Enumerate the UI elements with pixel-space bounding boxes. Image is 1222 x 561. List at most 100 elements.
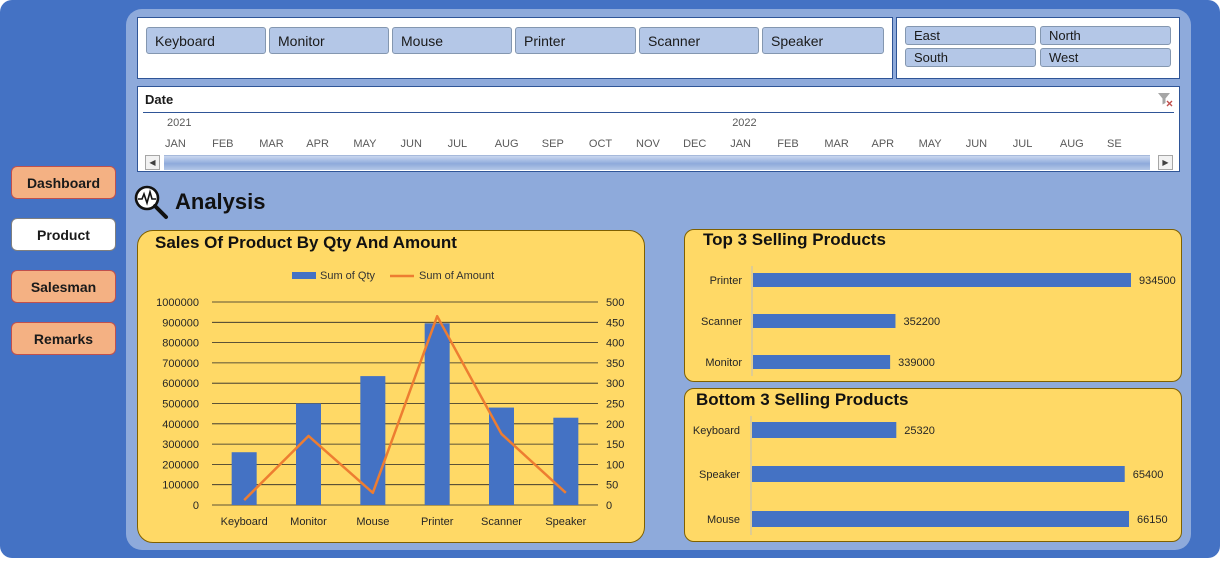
x-category-label: Speaker bbox=[545, 516, 586, 528]
bar bbox=[753, 273, 1131, 287]
y-right-tick-label: 100 bbox=[606, 459, 624, 471]
timeline-month-label[interactable]: JUL bbox=[448, 138, 468, 150]
timeline-month-label[interactable]: AUG bbox=[495, 138, 519, 150]
y-right-tick-label: 300 bbox=[606, 378, 624, 390]
scroll-left-icon[interactable]: ◀ bbox=[145, 155, 160, 170]
category-label: Mouse bbox=[707, 514, 740, 526]
bar bbox=[753, 314, 896, 328]
y-left-tick-label: 800000 bbox=[162, 338, 199, 350]
timeline-month-label[interactable]: SE bbox=[1107, 138, 1122, 150]
bar bbox=[752, 511, 1129, 527]
timeline-month-label[interactable]: NOV bbox=[636, 138, 660, 150]
date-timeline: Date ◀ ▶ JAN FEB MAR APR MAY JUN JUL AUG SEP OCT N… bbox=[137, 86, 1180, 172]
timeline-month-label[interactable]: JUN bbox=[966, 138, 987, 150]
legend-swatch-qty bbox=[292, 272, 316, 279]
y-left-tick-label: 300000 bbox=[162, 439, 199, 451]
category-label: Keyboard bbox=[693, 425, 740, 437]
timeline-title: Date bbox=[145, 92, 174, 107]
nav-remarks-button[interactable]: Remarks bbox=[11, 322, 116, 355]
category-label: Scanner bbox=[701, 316, 742, 328]
data-label: 934500 bbox=[1139, 275, 1176, 287]
y-left-tick-label: 700000 bbox=[162, 358, 199, 370]
y-left-tick-label: 600000 bbox=[162, 378, 199, 390]
region-slicer: East North South West bbox=[896, 17, 1180, 79]
timeline-month-label[interactable]: MAY bbox=[919, 138, 942, 150]
slicer-item-north[interactable]: North bbox=[1040, 26, 1171, 45]
bar bbox=[752, 422, 897, 438]
bar-qty bbox=[231, 452, 257, 505]
timeline-month-label[interactable]: JUN bbox=[401, 138, 422, 150]
y-right-tick-label: 500 bbox=[606, 297, 624, 309]
y-right-tick-label: 50 bbox=[606, 480, 618, 492]
section-title: Analysis bbox=[175, 189, 266, 214]
timeline-year-label: 2021 bbox=[167, 117, 192, 129]
timeline-month-label[interactable]: APR bbox=[306, 138, 329, 150]
slicer-item-printer[interactable]: Printer bbox=[515, 27, 636, 54]
nav-product-button[interactable]: Product bbox=[11, 218, 116, 251]
bar bbox=[752, 466, 1125, 482]
timeline-month-label[interactable]: SEP bbox=[542, 138, 564, 150]
category-label: Speaker bbox=[699, 469, 740, 481]
data-label: 25320 bbox=[904, 425, 935, 437]
product-slicer: Keyboard Monitor Mouse Printer Scanner S… bbox=[137, 17, 893, 79]
slicer-item-south[interactable]: South bbox=[905, 48, 1036, 67]
category-label: Printer bbox=[710, 275, 743, 287]
timeline-month-label[interactable]: MAR bbox=[824, 138, 848, 150]
bar bbox=[753, 355, 891, 369]
y-right-tick-label: 200 bbox=[606, 419, 624, 431]
slicer-item-east[interactable]: East bbox=[905, 26, 1036, 45]
bottom3-bar-chart: Keyboard 25320 Speaker 65400 Mouse 66150 bbox=[693, 416, 1168, 535]
y-right-tick-label: 350 bbox=[606, 358, 624, 370]
timeline-month-label[interactable]: MAY bbox=[353, 138, 376, 150]
nav-salesman-button[interactable]: Salesman bbox=[11, 270, 116, 303]
clear-filter-icon[interactable] bbox=[1157, 91, 1173, 107]
magnifier-chart-icon bbox=[134, 185, 168, 219]
sales-combo-chart: Sum of Qty Sum of Amount1000000 500900000 4… bbox=[156, 270, 624, 528]
y-right-tick-label: 250 bbox=[606, 399, 624, 411]
timeline-range-bar[interactable] bbox=[164, 155, 1150, 170]
y-left-tick-label: 400000 bbox=[162, 419, 199, 431]
x-category-label: Mouse bbox=[356, 516, 389, 528]
y-left-tick-label: 500000 bbox=[162, 399, 199, 411]
data-label: 65400 bbox=[1133, 469, 1164, 481]
x-category-label: Scanner bbox=[481, 516, 522, 528]
bar-qty bbox=[424, 323, 450, 505]
timeline-month-label[interactable]: AUG bbox=[1060, 138, 1084, 150]
y-left-tick-label: 200000 bbox=[162, 459, 199, 471]
y-left-tick-label: 1000000 bbox=[156, 297, 199, 309]
slicer-item-monitor[interactable]: Monitor bbox=[269, 27, 389, 54]
x-category-label: Printer bbox=[421, 516, 454, 528]
timeline-month-label[interactable]: MAR bbox=[259, 138, 283, 150]
timeline-month-label[interactable]: OCT bbox=[589, 138, 612, 150]
legend-label-amount: Sum of Amount bbox=[419, 270, 494, 282]
bottom3-chart-card: Bottom 3 Selling Products Keyboard 25320 S… bbox=[684, 388, 1182, 542]
slicer-item-west[interactable]: West bbox=[1040, 48, 1171, 67]
y-left-tick-label: 100000 bbox=[162, 480, 199, 492]
timeline-header-divider bbox=[143, 112, 1174, 113]
line-amount bbox=[243, 314, 567, 502]
y-right-tick-label: 400 bbox=[606, 338, 624, 350]
scroll-right-icon[interactable]: ▶ bbox=[1158, 155, 1173, 170]
slicer-item-keyboard[interactable]: Keyboard bbox=[146, 27, 266, 54]
nav-dashboard-button[interactable]: Dashboard bbox=[11, 166, 116, 199]
data-label: 352200 bbox=[903, 316, 940, 328]
slicer-item-mouse[interactable]: Mouse bbox=[392, 27, 512, 54]
timeline-month-label[interactable]: APR bbox=[872, 138, 895, 150]
slicer-item-scanner[interactable]: Scanner bbox=[639, 27, 759, 54]
timeline-month-label[interactable]: DEC bbox=[683, 138, 706, 150]
data-label: 339000 bbox=[898, 357, 935, 369]
timeline-month-label[interactable]: FEB bbox=[212, 138, 233, 150]
top3-chart-card: Top 3 Selling Products Printer 934500 Scan… bbox=[684, 229, 1182, 382]
analysis-heading: Analysis bbox=[133, 184, 266, 220]
timeline-year-label: 2022 bbox=[732, 117, 757, 129]
timeline-month-label[interactable]: JAN bbox=[730, 138, 751, 150]
timeline-month-label[interactable]: JUL bbox=[1013, 138, 1033, 150]
bar-qty bbox=[489, 407, 514, 505]
timeline-month-label[interactable]: JAN bbox=[165, 138, 186, 150]
y-right-tick-label: 0 bbox=[606, 500, 612, 512]
category-label: Monitor bbox=[705, 357, 742, 369]
timeline-month-label[interactable]: FEB bbox=[777, 138, 798, 150]
y-right-tick-label: 150 bbox=[606, 439, 624, 451]
slicer-item-speaker[interactable]: Speaker bbox=[762, 27, 884, 54]
y-left-tick-label: 900000 bbox=[162, 317, 199, 329]
